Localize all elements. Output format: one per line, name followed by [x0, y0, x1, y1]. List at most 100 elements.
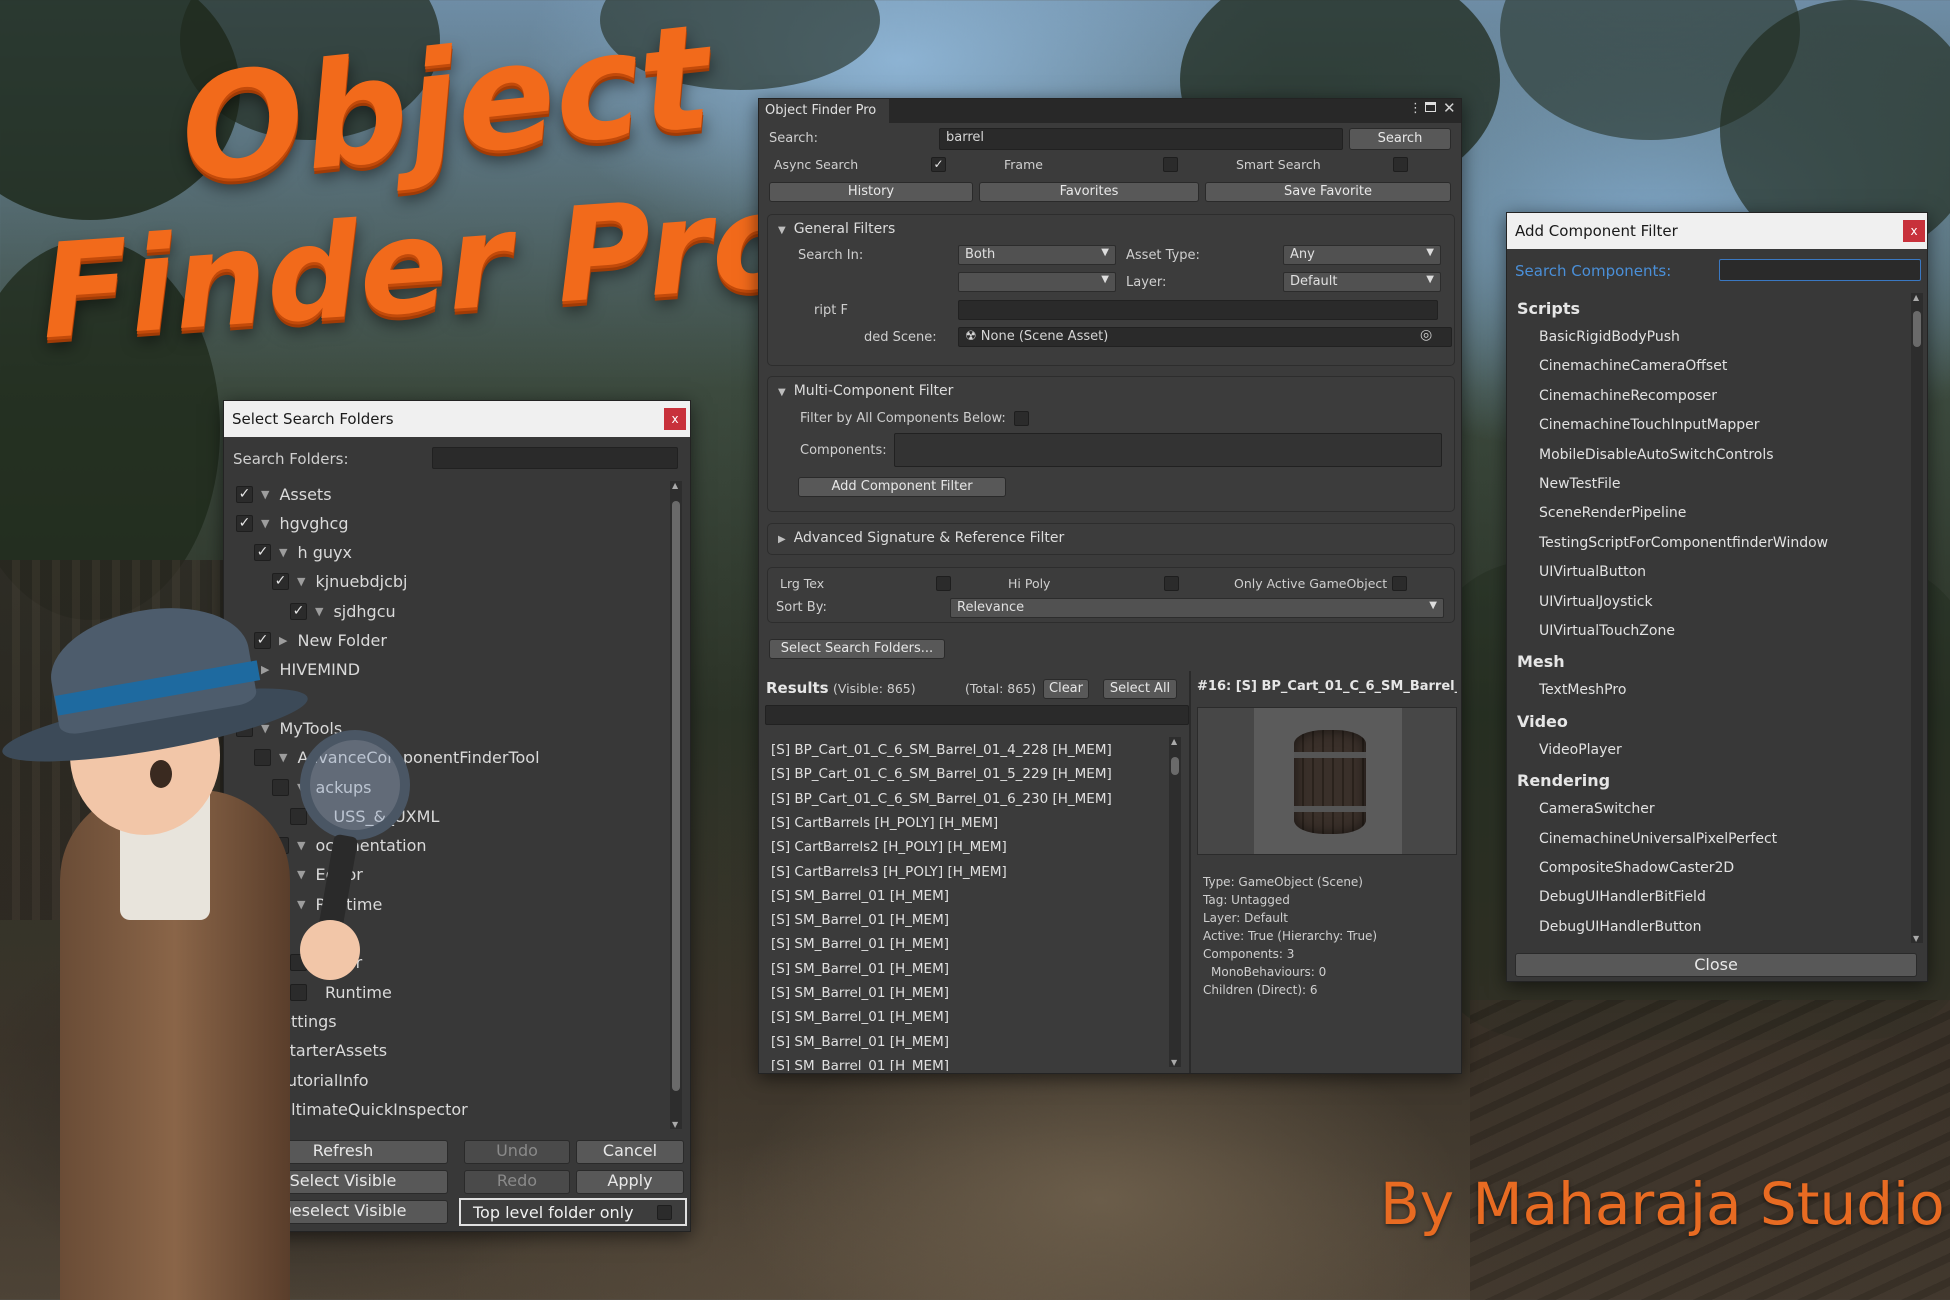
component-item[interactable]: UIVirtualTouchZone — [1539, 623, 1675, 639]
components-list[interactable] — [894, 433, 1442, 467]
result-item[interactable]: [S] SM_Barrel_01 [H_MEM] — [771, 1009, 949, 1025]
close-icon[interactable]: x — [664, 408, 686, 430]
frame-checkbox[interactable] — [1163, 157, 1178, 172]
result-item[interactable]: [S] BP_Cart_01_C_6_SM_Barrel_01_4_228 [H… — [771, 742, 1112, 758]
component-item[interactable]: CompositeShadowCaster2D — [1539, 860, 1734, 876]
folder-checkbox[interactable]: ✓ — [236, 514, 253, 532]
component-item[interactable]: TextMeshPro — [1539, 682, 1626, 698]
scroll-down-icon[interactable]: ▼ — [1171, 1058, 1177, 1067]
lrg-tex-checkbox[interactable] — [936, 576, 951, 591]
close-icon[interactable]: x — [1903, 220, 1925, 242]
maximize-icon[interactable] — [1425, 102, 1436, 112]
result-item[interactable]: [S] SM_Barrel_01 [H_MEM] — [771, 936, 949, 952]
folder-item[interactable]: ✓ ▼ h guyx — [254, 540, 352, 566]
component-item[interactable]: CinemachineUniversalPixelPerfect — [1539, 831, 1777, 847]
result-item[interactable]: [S] SM_Barrel_01 [H_MEM] — [771, 912, 949, 928]
scroll-up-icon[interactable]: ▲ — [672, 481, 678, 490]
redo-button[interactable]: Redo — [464, 1170, 570, 1194]
history-button[interactable]: History — [769, 182, 973, 202]
scroll-down-icon[interactable]: ▼ — [672, 1120, 678, 1129]
component-item[interactable]: CinemachineTouchInputMapper — [1539, 417, 1760, 433]
expanded-icon[interactable]: ▼ — [315, 605, 323, 618]
folder-checkbox[interactable]: ✓ — [254, 544, 271, 562]
panel-divider[interactable] — [1189, 671, 1191, 1073]
result-item[interactable]: [S] SM_Barrel_01 [H_MEM] — [771, 985, 949, 1001]
result-item[interactable]: [S] SM_Barrel_01 [H_MEM] — [771, 888, 949, 904]
scroll-up-icon[interactable]: ▲ — [1913, 293, 1919, 302]
folder-scrollbar[interactable]: ▲ ▼ — [670, 481, 682, 1129]
component-item[interactable]: UIVirtualButton — [1539, 564, 1646, 580]
component-item[interactable]: DebugUIHandlerBitField — [1539, 889, 1706, 905]
async-search-checkbox[interactable]: ✓ — [931, 157, 946, 172]
result-item[interactable]: [S] SM_Barrel_01 [H_MEM] — [771, 961, 949, 977]
clear-button[interactable]: Clear — [1043, 679, 1089, 699]
folder-checkbox[interactable]: ✓ — [290, 602, 307, 620]
advanced-filter-header[interactable]: ▶ Advanced Signature & Reference Filter — [778, 530, 1064, 546]
favorites-button[interactable]: Favorites — [979, 182, 1199, 202]
menu-icon[interactable]: ⋮ — [1409, 101, 1422, 116]
result-item[interactable]: [S] BP_Cart_01_C_6_SM_Barrel_01_5_229 [H… — [771, 766, 1112, 782]
result-item[interactable]: [S] CartBarrels [H_POLY] [H_MEM] — [771, 815, 998, 831]
component-item[interactable]: CinemachineCameraOffset — [1539, 358, 1727, 374]
result-item[interactable]: [S] SM_Barrel_01 [H_MEM] — [771, 1058, 949, 1071]
object-picker-icon[interactable]: ◎ — [1420, 327, 1432, 343]
top-level-toggle[interactable]: Top level folder only — [459, 1198, 687, 1226]
folder-item[interactable]: ✓ ▼ Assets — [236, 481, 332, 507]
scroll-down-icon[interactable]: ▼ — [1913, 934, 1919, 943]
component-item[interactable]: DebugUIHandlerButton — [1539, 919, 1701, 935]
top-level-checkbox[interactable] — [657, 1205, 672, 1220]
component-item[interactable]: CinemachineRecomposer — [1539, 388, 1717, 404]
apply-button[interactable]: Apply — [576, 1170, 684, 1194]
cancel-button[interactable]: Cancel — [576, 1140, 684, 1164]
search-button[interactable]: Search — [1349, 128, 1451, 150]
undo-button[interactable]: Undo — [464, 1140, 570, 1164]
result-item[interactable]: [S] CartBarrels2 [H_POLY] [H_MEM] — [771, 839, 1007, 855]
folder-item[interactable]: ✓ ▼ hgvghcg — [236, 510, 348, 536]
search-input[interactable]: barrel — [939, 128, 1343, 150]
results-filter-input[interactable] — [765, 705, 1189, 725]
component-item[interactable]: VideoPlayer — [1539, 742, 1622, 758]
advanced-filter-section[interactable]: ▶ Advanced Signature & Reference Filter — [767, 523, 1455, 555]
component-item[interactable]: CameraSwitcher — [1539, 801, 1655, 817]
select-search-folders-button[interactable]: Select Search Folders... — [769, 639, 945, 659]
filter-all-checkbox[interactable] — [1014, 411, 1029, 426]
script-field[interactable] — [958, 300, 1438, 320]
expanded-icon[interactable]: ▼ — [261, 517, 269, 530]
expanded-icon[interactable]: ▼ — [261, 488, 269, 501]
sort-by-dropdown[interactable]: Relevance ▼ — [950, 598, 1444, 618]
component-item[interactable]: UIVirtualJoystick — [1539, 594, 1653, 610]
search-in-dropdown[interactable]: Both ▼ — [958, 245, 1116, 265]
component-item[interactable]: MobileDisableAutoSwitchControls — [1539, 447, 1774, 463]
multi-component-header[interactable]: ▼ Multi-Component Filter — [778, 383, 953, 399]
search-folders-input[interactable] — [432, 447, 678, 469]
result-item[interactable]: [S] SM_Barrel_01 [H_MEM] — [771, 1034, 949, 1050]
search-components-input[interactable] — [1719, 259, 1921, 281]
scroll-up-icon[interactable]: ▲ — [1171, 737, 1177, 746]
save-favorite-button[interactable]: Save Favorite — [1205, 182, 1451, 202]
close-icon[interactable]: ✕ — [1443, 99, 1456, 117]
result-item[interactable]: [S] CartBarrels3 [H_POLY] [H_MEM] — [771, 864, 1007, 880]
filter-dropdown[interactable]: ▼ — [958, 272, 1116, 292]
hi-poly-checkbox[interactable] — [1164, 576, 1179, 591]
scene-field[interactable]: ☢ None (Scene Asset) — [958, 327, 1452, 347]
folder-checkbox[interactable]: ✓ — [236, 485, 253, 503]
asset-type-dropdown[interactable]: Any ▼ — [1283, 245, 1441, 265]
component-item[interactable]: NewTestFile — [1539, 476, 1621, 492]
folder-checkbox[interactable]: ✓ — [272, 573, 289, 591]
component-scrollbar[interactable]: ▲ ▼ — [1911, 293, 1923, 943]
component-item[interactable]: TestingScriptForComponentfinderWindow — [1539, 535, 1828, 551]
folder-item[interactable]: ✓ ▼ kjnuebdjcbj — [272, 569, 407, 595]
component-item[interactable]: SceneRenderPipeline — [1539, 505, 1686, 521]
expanded-icon[interactable]: ▼ — [297, 575, 305, 588]
layer-dropdown[interactable]: Default ▼ — [1283, 272, 1441, 292]
results-scrollbar[interactable]: ▲ ▼ — [1169, 737, 1181, 1067]
finder-tab[interactable]: Object Finder Pro — [759, 99, 889, 123]
result-item[interactable]: [S] BP_Cart_01_C_6_SM_Barrel_01_6_230 [H… — [771, 791, 1112, 807]
expanded-icon[interactable]: ▼ — [279, 546, 287, 559]
acf-close-button[interactable]: Close — [1515, 953, 1917, 977]
select-all-button[interactable]: Select All — [1103, 679, 1177, 699]
only-active-checkbox[interactable] — [1392, 576, 1407, 591]
component-item[interactable]: BasicRigidBodyPush — [1539, 329, 1680, 345]
add-component-filter-button[interactable]: Add Component Filter — [798, 477, 1006, 497]
general-filters-header[interactable]: ▼ General Filters — [778, 221, 895, 237]
